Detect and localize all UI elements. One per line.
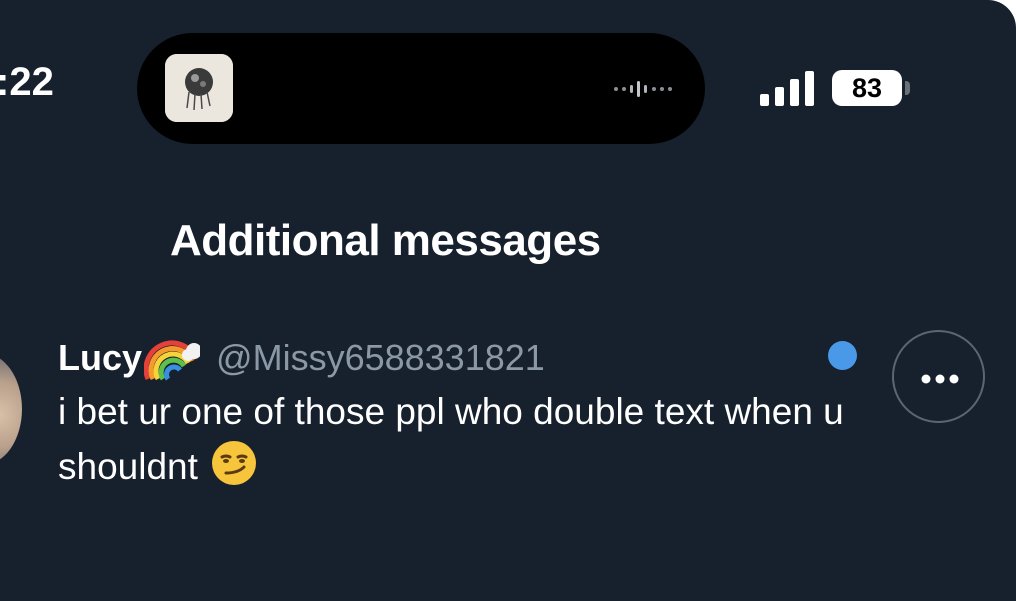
avatar[interactable]	[0, 353, 22, 465]
battery-cap	[905, 81, 910, 95]
app-screen: :22 83 Additional messages Lucy @Missy65…	[0, 0, 1016, 601]
unread-indicator	[828, 341, 857, 370]
dynamic-island[interactable]	[137, 33, 705, 144]
album-art-icon[interactable]	[165, 54, 233, 122]
battery-indicator: 83	[832, 70, 902, 106]
message-author-row[interactable]: Lucy @Missy6588331821	[58, 333, 545, 383]
rainbow-icon	[144, 340, 201, 381]
section-title: Additional messages	[170, 216, 601, 265]
author-name: Lucy	[58, 337, 143, 378]
audio-waveform-icon	[614, 81, 672, 97]
message-preview[interactable]: i bet ur one of those ppl who double tex…	[58, 385, 918, 494]
author-handle: @Missy6588331821	[216, 337, 545, 378]
signal-bars-icon	[760, 71, 814, 106]
smirking-face-icon	[211, 441, 256, 485]
status-time: :22	[0, 60, 54, 104]
message-text: i bet ur one of those ppl who double tex…	[58, 391, 844, 487]
